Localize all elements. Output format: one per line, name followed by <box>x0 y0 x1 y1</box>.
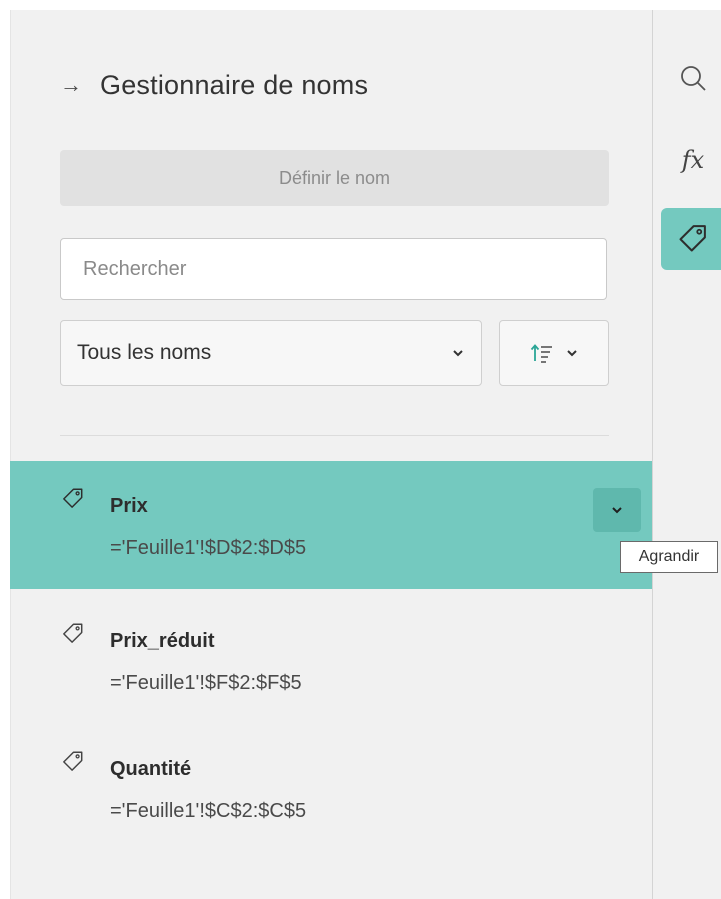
sort-button[interactable] <box>499 320 609 386</box>
define-name-button[interactable]: Définir le nom <box>60 150 609 206</box>
tooltip: Agrandir <box>620 541 718 573</box>
name-label: Quantité <box>110 758 192 780</box>
name-label: Prix_réduit <box>110 630 215 652</box>
function-icon[interactable]: fx <box>675 142 711 178</box>
panel-title: Gestionnaire de noms <box>100 69 369 100</box>
expand-button[interactable] <box>593 488 641 532</box>
name-list-item[interactable]: Prix_réduit ='Feuille1'!$F$2:$F$5 <box>10 596 652 724</box>
search-icon <box>681 66 706 91</box>
search-input[interactable] <box>60 238 607 300</box>
arrow-right-icon[interactable]: → <box>60 72 100 98</box>
panel-header: → Gestionnaire de noms <box>60 62 368 108</box>
names-filter-select[interactable]: Tous les noms <box>60 320 482 386</box>
chevron-down-icon <box>567 350 577 357</box>
sort-ascending-icon <box>530 344 552 363</box>
name-list-item[interactable]: Prix ='Feuille1'!$D$2:$D$5 <box>10 461 652 589</box>
name-formula: ='Feuille1'!$C$2:$C$5 <box>110 800 307 822</box>
chevron-down-icon <box>453 350 463 357</box>
filter-value: Tous les noms <box>77 341 212 364</box>
name-list-item[interactable]: Quantité ='Feuille1'!$C$2:$C$5 <box>10 724 652 852</box>
tag-icon <box>63 488 83 508</box>
name-formula: ='Feuille1'!$D$2:$D$5 <box>110 537 307 559</box>
list-divider <box>60 435 609 436</box>
chevron-down-icon <box>612 507 622 514</box>
tag-icon <box>63 751 83 771</box>
tag-rail-icon-wrapper <box>675 220 711 256</box>
search-rail-button[interactable] <box>675 60 711 96</box>
tag-icon <box>679 225 706 252</box>
name-label: Prix <box>110 495 148 517</box>
left-edge <box>0 0 10 899</box>
name-formula: ='Feuille1'!$F$2:$F$5 <box>110 672 302 694</box>
tag-icon <box>63 623 83 643</box>
